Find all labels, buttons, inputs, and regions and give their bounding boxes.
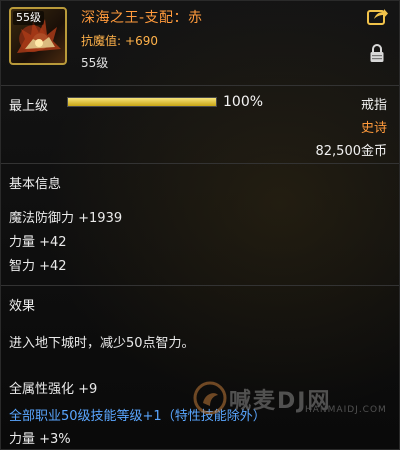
site-watermark: 喊麦DJ网 HANMAIDJ.COM	[193, 381, 393, 417]
effect-description: 进入地下城时，减少50点智力。	[9, 336, 195, 351]
item-tooltip: 55级 深海之王-支配：赤 抗魔值:+690 55级 最上级 100% 戒指	[0, 0, 400, 450]
bonus-strength-percent: 力量 +3%	[9, 432, 71, 447]
anti-magic-number: +690	[125, 34, 159, 48]
meta-divider	[1, 163, 399, 164]
item-price: 82,500金币	[315, 144, 388, 159]
share-button[interactable]	[367, 7, 389, 25]
share-arrow-icon	[367, 9, 388, 25]
anti-magic-value: 抗魔值: +690	[81, 32, 158, 49]
grade-progress-bar	[67, 97, 217, 107]
header-divider	[1, 85, 399, 86]
grade-percent: 100%	[223, 94, 264, 110]
stat-magic-defense: 魔法防御力 +1939	[9, 211, 123, 226]
item-rarity: 史诗	[360, 121, 387, 136]
basic-info-title: 基本信息	[9, 177, 62, 192]
item-level-badge: 55级	[13, 11, 44, 25]
effects-title: 效果	[9, 299, 36, 314]
grade-label: 最上级	[9, 99, 49, 114]
watermark-logo-icon	[193, 381, 227, 415]
item-type: 戒指	[360, 98, 387, 113]
item-icon[interactable]: 55级	[9, 7, 67, 65]
stat-intelligence: 智力 +42	[9, 259, 67, 274]
watermark-url: HANMAIDJ.COM	[305, 405, 387, 415]
required-level: 55级	[81, 56, 109, 70]
padlock-icon[interactable]	[369, 43, 385, 63]
stat-strength: 力量 +42	[9, 235, 67, 250]
item-name: 深海之王-支配：赤	[81, 10, 203, 26]
grade-progress-fill	[68, 98, 216, 106]
anti-magic-label: 抗魔值:	[81, 34, 122, 48]
tooltip-header: 55级 深海之王-支配：赤 抗魔值: +690 55级	[1, 1, 399, 83]
bonus-all-element: 全属性强化 +9	[9, 382, 98, 397]
basic-info-divider	[1, 285, 399, 286]
